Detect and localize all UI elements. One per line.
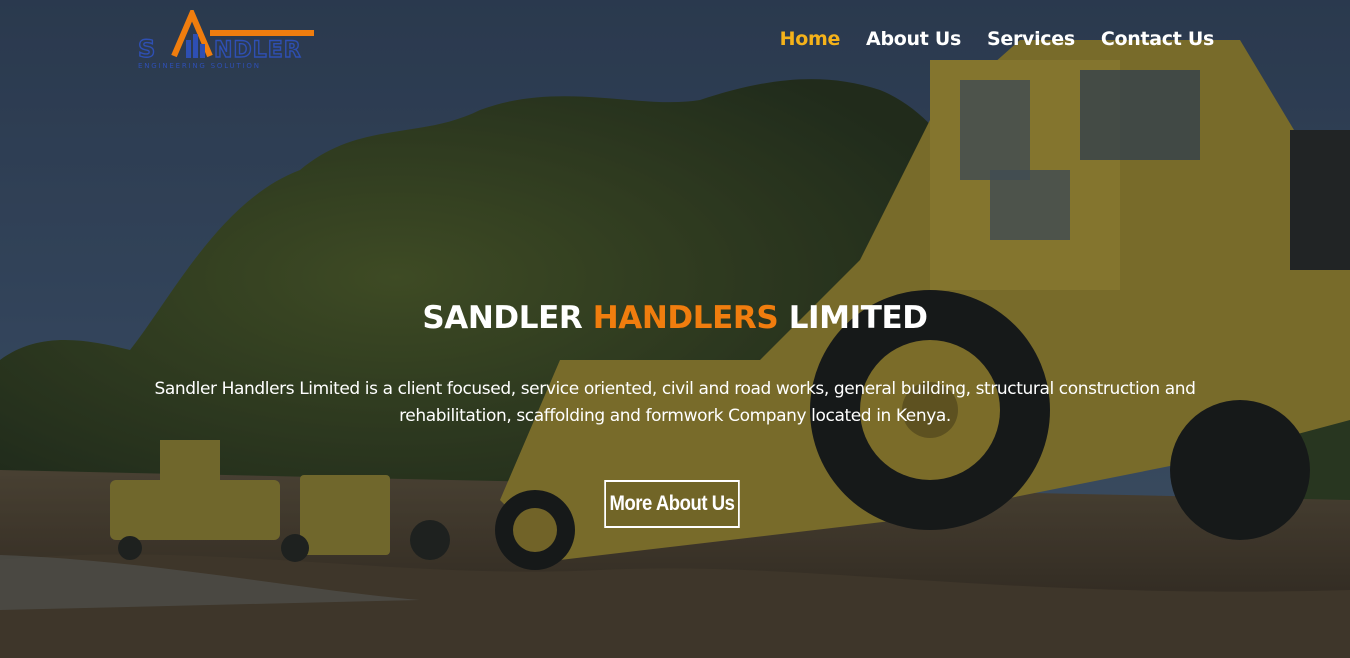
svg-text:S: S: [138, 35, 156, 60]
hero-description: Sandler Handlers Limited is a client foc…: [154, 379, 1196, 426]
nav-about-us[interactable]: About Us: [866, 28, 961, 50]
nav-services[interactable]: Services: [987, 28, 1075, 50]
svg-text:NDLER: NDLER: [214, 38, 302, 60]
hero-title-accent: HANDLERS: [592, 300, 779, 336]
nav-contact-us[interactable]: Contact Us: [1101, 28, 1214, 50]
site-header: S NDLER ENGINEERING SOLUTION Home About …: [0, 0, 1350, 80]
logo-tagline: ENGINEERING SOLUTION: [138, 62, 261, 70]
main-nav: Home About Us Services Contact Us: [780, 28, 1215, 50]
hero-section: S NDLER ENGINEERING SOLUTION Home About …: [0, 0, 1350, 658]
more-about-us-button[interactable]: More About Us: [604, 480, 740, 528]
hero-title-part1: SANDLER: [422, 300, 593, 336]
logo-mark-icon: S NDLER: [137, 10, 314, 60]
nav-home[interactable]: Home: [780, 28, 841, 50]
company-logo[interactable]: S NDLER ENGINEERING SOLUTION: [136, 10, 316, 72]
hero-title: SANDLER HANDLERS LIMITED: [0, 300, 1350, 336]
hero-title-part2: LIMITED: [778, 300, 928, 336]
